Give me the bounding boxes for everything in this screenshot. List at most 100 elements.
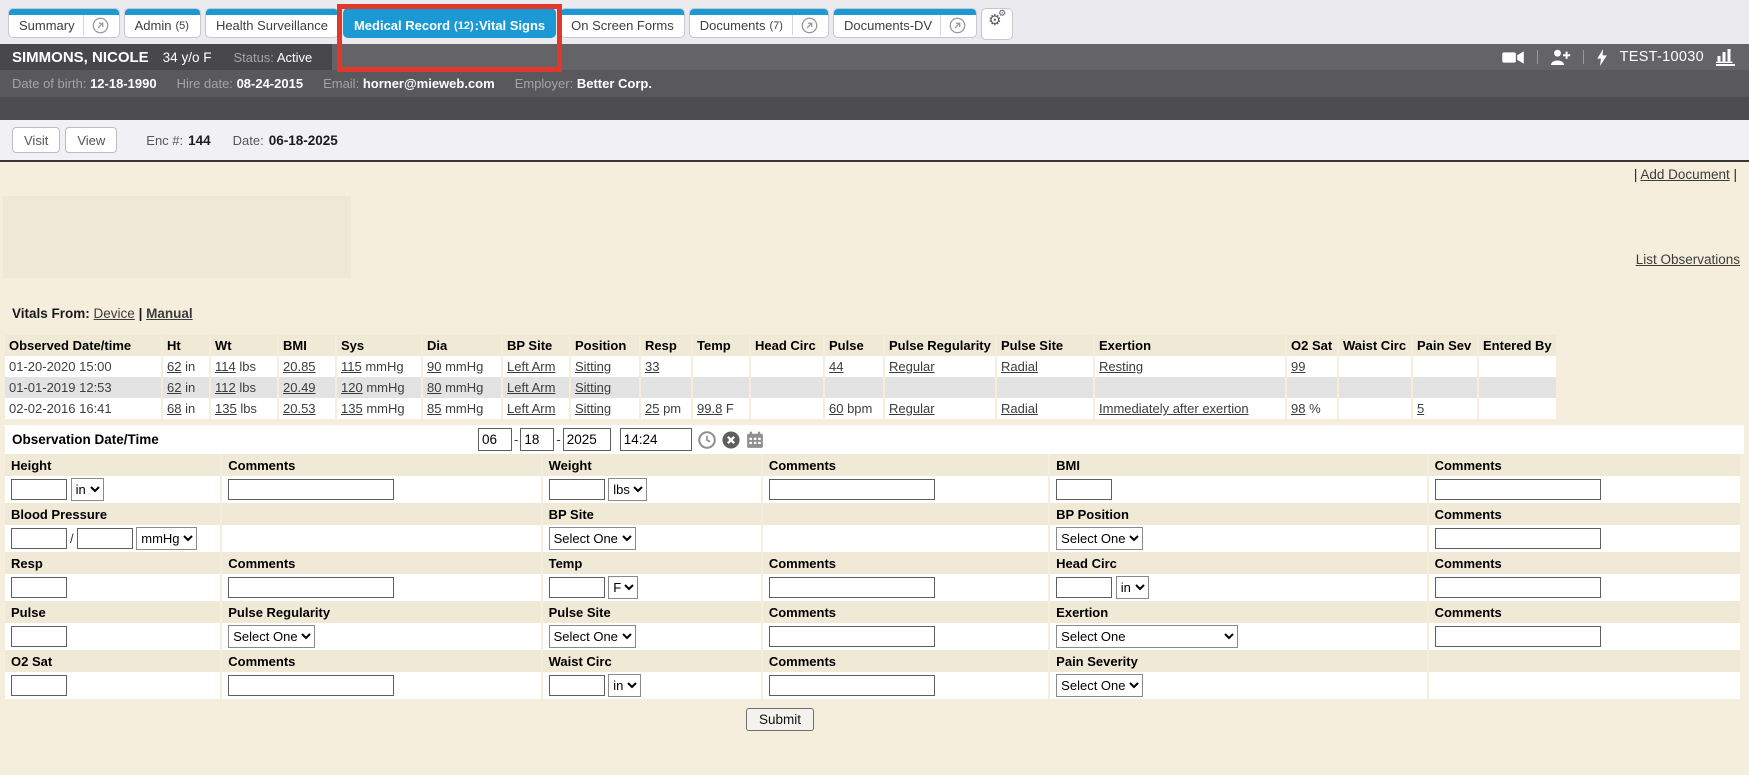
vital-value-link[interactable]: Sitting xyxy=(575,401,611,416)
resp-input[interactable] xyxy=(11,577,67,598)
vital-value-link[interactable]: 20.53 xyxy=(283,401,316,416)
vital-value-link[interactable]: Left Arm xyxy=(507,380,555,395)
person-add-icon[interactable] xyxy=(1550,49,1571,65)
obs-day-input[interactable] xyxy=(520,428,554,451)
o2-sat-comments-input[interactable] xyxy=(228,675,394,696)
tab-summary[interactable]: Summary xyxy=(8,8,120,38)
bmi-input[interactable] xyxy=(1056,479,1112,500)
vital-value-link[interactable]: 98 xyxy=(1291,401,1305,416)
vital-value-link[interactable]: 5 xyxy=(1417,401,1424,416)
obs-time-input[interactable] xyxy=(620,428,692,451)
vital-value-link[interactable]: Regular xyxy=(889,359,935,374)
vital-value-link[interactable]: Sitting xyxy=(575,380,611,395)
waist-circ-unit-select[interactable]: in xyxy=(608,674,641,697)
head-circ-unit-select[interactable]: in xyxy=(1116,576,1149,599)
head-circ-input[interactable] xyxy=(1056,577,1112,598)
obs-month-input[interactable] xyxy=(478,428,512,451)
temp-comments-input[interactable] xyxy=(769,577,935,598)
vital-value-link[interactable]: 135 xyxy=(341,401,363,416)
pain-severity-select[interactable]: Select One xyxy=(1056,674,1143,697)
vital-value-link[interactable]: 90 xyxy=(427,359,441,374)
vital-value-link[interactable]: 62 xyxy=(167,380,181,395)
vital-value-link[interactable]: 33 xyxy=(645,359,659,374)
tab-health-surveillance[interactable]: Health Surveillance xyxy=(205,8,339,38)
bmi-comments-input[interactable] xyxy=(1435,479,1601,500)
clear-date-icon[interactable] xyxy=(722,431,740,449)
bp-systolic-input[interactable] xyxy=(11,528,67,549)
exertion-select[interactable]: Select One xyxy=(1056,625,1238,648)
list-observations-link[interactable]: List Observations xyxy=(1636,252,1740,267)
vital-value-link[interactable]: Left Arm xyxy=(507,401,555,416)
column-header: BMI xyxy=(279,335,335,356)
vital-value-link[interactable]: 135 xyxy=(215,401,237,416)
view-button[interactable]: View xyxy=(65,127,117,153)
pulse-input[interactable] xyxy=(11,626,67,647)
bp-unit-select[interactable]: mmHg xyxy=(136,527,197,550)
tab-medical-record-vital-signs[interactable]: Medical Record (12) :Vital Signs xyxy=(343,8,556,38)
tab-documents-dv[interactable]: Documents-DV xyxy=(833,8,977,38)
bp-diastolic-input[interactable] xyxy=(77,528,133,549)
vital-value-link[interactable]: 20.49 xyxy=(283,380,316,395)
vital-value-link[interactable]: 62 xyxy=(167,359,181,374)
vital-value-link[interactable]: 120 xyxy=(341,380,363,395)
vital-value-link[interactable]: Regular xyxy=(889,401,935,416)
o2-sat-input[interactable] xyxy=(11,675,67,696)
add-document-link[interactable]: Add Document xyxy=(1640,167,1729,182)
bp-position-select[interactable]: Select One xyxy=(1056,527,1143,550)
weight-unit-select[interactable]: lbs xyxy=(608,478,647,501)
height-unit-select[interactable]: in xyxy=(71,478,104,501)
popout-icon[interactable] xyxy=(83,15,109,35)
tab-admin[interactable]: Admin (5) xyxy=(124,8,201,38)
vitals-from-manual-link[interactable]: Manual xyxy=(146,306,193,321)
pulse-regularity-select[interactable]: Select One xyxy=(228,625,315,648)
weight-input[interactable] xyxy=(549,479,605,500)
settings-gear-button[interactable]: ⚙ ⚙ xyxy=(981,8,1013,40)
vital-value-link[interactable]: Radial xyxy=(1001,359,1038,374)
vitals-from-device-link[interactable]: Device xyxy=(94,306,135,321)
vital-value-link[interactable]: 112 xyxy=(215,380,236,395)
temp-input[interactable] xyxy=(549,577,605,598)
vital-value-link[interactable]: 44 xyxy=(829,359,843,374)
vital-value-link[interactable]: Radial xyxy=(1001,401,1038,416)
bar-chart-icon[interactable] xyxy=(1716,48,1735,66)
pulse-site-select[interactable]: Select One xyxy=(549,625,636,648)
table-cell xyxy=(1095,377,1285,398)
waist-circ-input[interactable] xyxy=(549,675,605,696)
bp-comments-input[interactable] xyxy=(1435,528,1601,549)
video-camera-icon[interactable] xyxy=(1502,50,1525,65)
vital-value-link[interactable]: 20.85 xyxy=(283,359,316,374)
bp-site-select[interactable]: Select One xyxy=(549,527,636,550)
vital-value-link[interactable]: 115 xyxy=(341,359,362,374)
obs-year-input[interactable] xyxy=(563,428,611,451)
resp-comments-input[interactable] xyxy=(228,577,394,598)
lightning-bolt-icon[interactable] xyxy=(1596,49,1608,66)
vital-value-link[interactable]: Immediately after exertion xyxy=(1099,401,1249,416)
vital-value-link[interactable]: Left Arm xyxy=(507,359,555,374)
vital-value-link[interactable]: 99 xyxy=(1291,359,1305,374)
visit-button[interactable]: Visit xyxy=(12,127,60,153)
height-input[interactable] xyxy=(11,479,67,500)
clock-icon[interactable] xyxy=(698,431,716,449)
head-circ-comments-input[interactable] xyxy=(1435,577,1601,598)
exertion-comments-input[interactable] xyxy=(1435,626,1601,647)
tab-documents[interactable]: Documents (7) xyxy=(689,8,829,38)
tab-on-screen-forms[interactable]: On Screen Forms xyxy=(560,8,685,38)
vital-value-link[interactable]: 60 xyxy=(829,401,843,416)
popout-icon[interactable] xyxy=(940,15,966,35)
pulse-comments-input[interactable] xyxy=(769,626,935,647)
vital-value-link[interactable]: Sitting xyxy=(575,359,611,374)
vital-value-link[interactable]: 85 xyxy=(427,401,441,416)
popout-icon[interactable] xyxy=(792,15,818,35)
vital-value-link[interactable]: 99.8 xyxy=(697,401,722,416)
vital-value-link[interactable]: 68 xyxy=(167,401,181,416)
weight-comments-input[interactable] xyxy=(769,479,935,500)
waist-circ-comments-input[interactable] xyxy=(769,675,935,696)
height-comments-input[interactable] xyxy=(228,479,394,500)
temp-unit-select[interactable]: F xyxy=(608,576,638,599)
vital-value-link[interactable]: 80 xyxy=(427,380,441,395)
vital-value-link[interactable]: 114 xyxy=(215,359,236,374)
calendar-icon[interactable] xyxy=(746,431,764,449)
submit-button[interactable]: Submit xyxy=(746,708,814,731)
vital-value-link[interactable]: 25 xyxy=(645,401,659,416)
vital-value-link[interactable]: Resting xyxy=(1099,359,1143,374)
